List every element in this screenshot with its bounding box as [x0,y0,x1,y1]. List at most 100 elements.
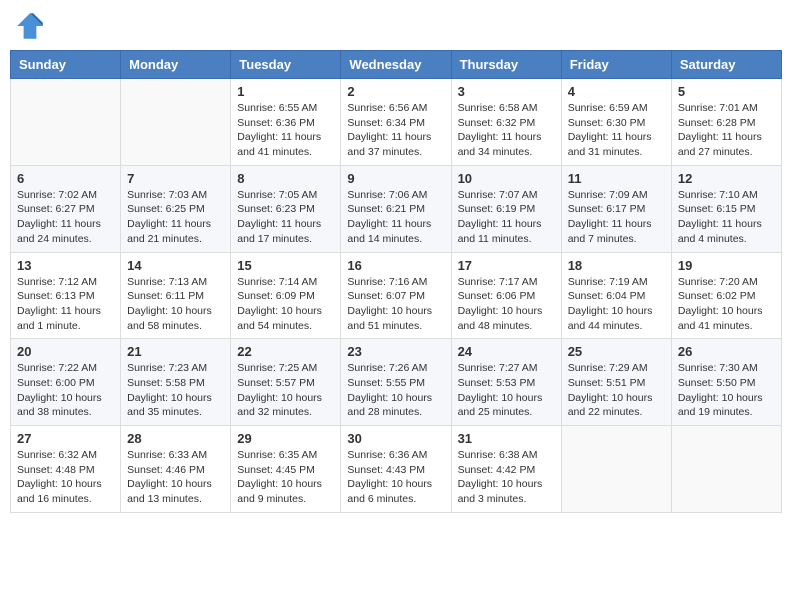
calendar-cell: 26 Sunrise: 7:30 AMSunset: 5:50 PMDayligh… [671,339,781,426]
calendar-cell: 19 Sunrise: 7:20 AMSunset: 6:02 PMDayligh… [671,252,781,339]
day-info: Sunrise: 6:35 AMSunset: 4:45 PMDaylight:… [237,448,334,507]
calendar-cell: 4Sunrise: 6:59 AMSunset: 6:30 PMDaylight… [561,79,671,166]
calendar-cell [671,426,781,513]
calendar-cell: 16 Sunrise: 7:16 AMSunset: 6:07 PMDayligh… [341,252,451,339]
day-number: 14 [127,258,224,273]
day-info: Sunrise: 6:33 AMSunset: 4:46 PMDaylight:… [127,448,224,507]
day-info: Sunrise: 7:22 AMSunset: 6:00 PMDaylight:… [17,361,114,420]
day-number: 2 [347,84,444,99]
calendar-week-row: 13 Sunrise: 7:12 AMSunset: 6:13 PMDayligh… [11,252,782,339]
weekday-header-monday: Monday [121,51,231,79]
day-info: Sunrise: 6:55 AMSunset: 6:36 PMDaylight:… [237,101,334,160]
day-number: 11 [568,171,665,186]
calendar-cell: 14 Sunrise: 7:13 AMSunset: 6:11 PMDayligh… [121,252,231,339]
day-number: 13 [17,258,114,273]
day-number: 19 [678,258,775,273]
day-number: 22 [237,344,334,359]
day-info: Sunrise: 7:06 AMSunset: 6:21 PMDaylight:… [347,188,444,247]
calendar-cell: 24Sunrise: 7:27 AMSunset: 5:53 PMDayligh… [451,339,561,426]
calendar-cell [11,79,121,166]
calendar-cell: 9 Sunrise: 7:06 AMSunset: 6:21 PMDaylight… [341,165,451,252]
calendar-cell: 11 Sunrise: 7:09 AMSunset: 6:17 PMDayligh… [561,165,671,252]
day-info: Sunrise: 7:29 AMSunset: 5:51 PMDaylight:… [568,361,665,420]
calendar-cell: 6 Sunrise: 7:02 AMSunset: 6:27 PMDaylight… [11,165,121,252]
calendar-week-row: 27Sunrise: 6:32 AMSunset: 4:48 PMDayligh… [11,426,782,513]
calendar-cell: 23Sunrise: 7:26 AMSunset: 5:55 PMDayligh… [341,339,451,426]
calendar-week-row: 1 Sunrise: 6:55 AMSunset: 6:36 PMDaylight… [11,79,782,166]
weekday-header-saturday: Saturday [671,51,781,79]
day-number: 9 [347,171,444,186]
day-info: Sunrise: 7:23 AMSunset: 5:58 PMDaylight:… [127,361,224,420]
day-number: 29 [237,431,334,446]
day-number: 12 [678,171,775,186]
day-info: Sunrise: 7:17 AMSunset: 6:06 PMDaylight:… [458,275,555,334]
day-number: 26 [678,344,775,359]
day-info: Sunrise: 7:05 AMSunset: 6:23 PMDaylight:… [237,188,334,247]
day-number: 8 [237,171,334,186]
logo-icon [14,10,46,42]
day-number: 20 [17,344,114,359]
calendar-cell: 17 Sunrise: 7:17 AMSunset: 6:06 PMDayligh… [451,252,561,339]
calendar-cell: 8 Sunrise: 7:05 AMSunset: 6:23 PMDaylight… [231,165,341,252]
day-info: Sunrise: 7:10 AMSunset: 6:15 PMDaylight:… [678,188,775,247]
calendar-table: SundayMondayTuesdayWednesdayThursdayFrid… [10,50,782,513]
calendar-week-row: 6 Sunrise: 7:02 AMSunset: 6:27 PMDaylight… [11,165,782,252]
calendar-cell [121,79,231,166]
calendar-cell: 18 Sunrise: 7:19 AMSunset: 6:04 PMDayligh… [561,252,671,339]
day-info: Sunrise: 7:09 AMSunset: 6:17 PMDaylight:… [568,188,665,247]
calendar-cell: 21Sunrise: 7:23 AMSunset: 5:58 PMDayligh… [121,339,231,426]
logo [14,10,50,42]
day-info: Sunrise: 7:12 AMSunset: 6:13 PMDaylight:… [17,275,114,334]
day-info: Sunrise: 6:32 AMSunset: 4:48 PMDaylight:… [17,448,114,507]
calendar-week-row: 20 Sunrise: 7:22 AMSunset: 6:00 PMDayligh… [11,339,782,426]
calendar-cell: 1 Sunrise: 6:55 AMSunset: 6:36 PMDaylight… [231,79,341,166]
calendar-cell: 13 Sunrise: 7:12 AMSunset: 6:13 PMDayligh… [11,252,121,339]
day-number: 10 [458,171,555,186]
day-info: Sunrise: 6:59 AMSunset: 6:30 PMDaylight:… [568,101,665,160]
day-info: Sunrise: 7:13 AMSunset: 6:11 PMDaylight:… [127,275,224,334]
calendar-cell: 28 Sunrise: 6:33 AMSunset: 4:46 PMDayligh… [121,426,231,513]
day-number: 25 [568,344,665,359]
calendar-cell: 25 Sunrise: 7:29 AMSunset: 5:51 PMDayligh… [561,339,671,426]
day-info: Sunrise: 7:01 AMSunset: 6:28 PMDaylight:… [678,101,775,160]
calendar-cell: 30 Sunrise: 6:36 AMSunset: 4:43 PMDayligh… [341,426,451,513]
day-number: 1 [237,84,334,99]
day-info: Sunrise: 7:03 AMSunset: 6:25 PMDaylight:… [127,188,224,247]
day-number: 16 [347,258,444,273]
weekday-header-sunday: Sunday [11,51,121,79]
day-number: 7 [127,171,224,186]
day-number: 24 [458,344,555,359]
day-number: 30 [347,431,444,446]
day-info: Sunrise: 7:30 AMSunset: 5:50 PMDaylight:… [678,361,775,420]
day-info: Sunrise: 7:19 AMSunset: 6:04 PMDaylight:… [568,275,665,334]
day-number: 15 [237,258,334,273]
day-info: Sunrise: 7:16 AMSunset: 6:07 PMDaylight:… [347,275,444,334]
day-number: 28 [127,431,224,446]
day-info: Sunrise: 6:56 AMSunset: 6:34 PMDaylight:… [347,101,444,160]
weekday-header-tuesday: Tuesday [231,51,341,79]
day-number: 23 [347,344,444,359]
day-info: Sunrise: 6:36 AMSunset: 4:43 PMDaylight:… [347,448,444,507]
day-info: Sunrise: 7:14 AMSunset: 6:09 PMDaylight:… [237,275,334,334]
calendar-cell: 15 Sunrise: 7:14 AMSunset: 6:09 PMDayligh… [231,252,341,339]
calendar-cell [561,426,671,513]
calendar-cell: 5 Sunrise: 7:01 AMSunset: 6:28 PMDaylight… [671,79,781,166]
calendar-cell: 3Sunrise: 6:58 AMSunset: 6:32 PMDaylight… [451,79,561,166]
day-number: 5 [678,84,775,99]
calendar-cell: 10 Sunrise: 7:07 AMSunset: 6:19 PMDayligh… [451,165,561,252]
calendar-cell: 27Sunrise: 6:32 AMSunset: 4:48 PMDayligh… [11,426,121,513]
calendar-cell: 22 Sunrise: 7:25 AMSunset: 5:57 PMDayligh… [231,339,341,426]
calendar-cell: 2 Sunrise: 6:56 AMSunset: 6:34 PMDaylight… [341,79,451,166]
day-info: Sunrise: 7:25 AMSunset: 5:57 PMDaylight:… [237,361,334,420]
calendar-header-row: SundayMondayTuesdayWednesdayThursdayFrid… [11,51,782,79]
day-number: 18 [568,258,665,273]
day-info: Sunrise: 7:20 AMSunset: 6:02 PMDaylight:… [678,275,775,334]
day-number: 6 [17,171,114,186]
day-info: Sunrise: 7:02 AMSunset: 6:27 PMDaylight:… [17,188,114,247]
day-info: Sunrise: 7:07 AMSunset: 6:19 PMDaylight:… [458,188,555,247]
calendar-cell: 20 Sunrise: 7:22 AMSunset: 6:00 PMDayligh… [11,339,121,426]
day-number: 17 [458,258,555,273]
calendar-cell: 31Sunrise: 6:38 AMSunset: 4:42 PMDayligh… [451,426,561,513]
day-info: Sunrise: 6:58 AMSunset: 6:32 PMDaylight:… [458,101,555,160]
calendar-cell: 12 Sunrise: 7:10 AMSunset: 6:15 PMDayligh… [671,165,781,252]
